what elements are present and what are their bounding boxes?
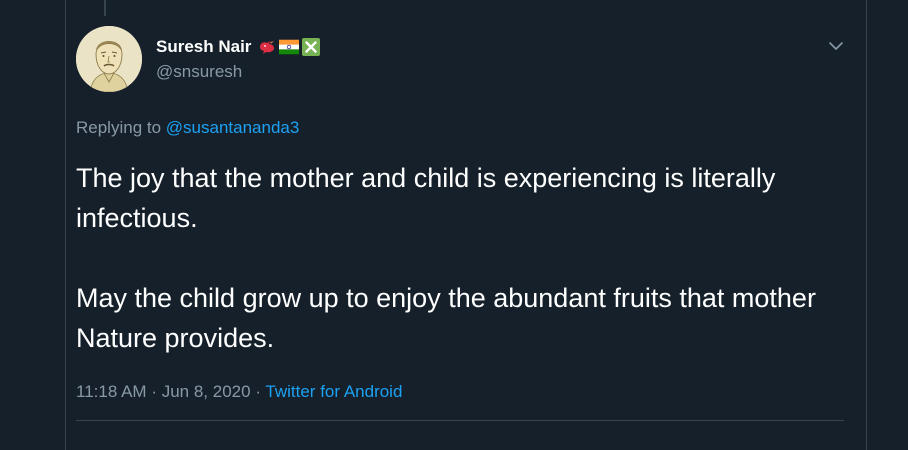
thread-connector-line (104, 0, 106, 16)
tweet-paragraph: May the child grow up to enjoy the abund… (76, 283, 816, 353)
reply-mention-link[interactable]: @susantananda3 (166, 118, 300, 137)
author-emoji-group (257, 38, 321, 56)
tweet-source-link[interactable]: Twitter for Android (265, 382, 402, 401)
meta-separator: · (255, 382, 261, 401)
tweet-date[interactable]: Jun 8, 2020 (162, 382, 251, 401)
tweet-body: The joy that the mother and child is exp… (76, 158, 856, 358)
author-handle[interactable]: @snsuresh (156, 62, 242, 82)
replying-to-label: Replying to (76, 118, 162, 137)
india-flag-emoji-icon (279, 39, 300, 55)
tweet-time[interactable]: 11:18 AM (76, 382, 147, 401)
replying-to-line: Replying to @susantananda3 (76, 118, 299, 138)
cross-mark-emoji-icon (302, 38, 321, 56)
bird-emoji-icon (260, 41, 275, 54)
tweet-metadata: 11:18 AM · Jun 8, 2020 · Twitter for And… (76, 382, 402, 402)
author-display-name[interactable]: Suresh Nair (156, 37, 251, 57)
divider (76, 420, 844, 421)
meta-separator: · (151, 382, 157, 401)
chevron-down-icon[interactable] (826, 36, 846, 56)
avatar[interactable] (76, 26, 142, 92)
frame-border-left (65, 0, 66, 450)
tweet-paragraph: The joy that the mother and child is exp… (76, 163, 776, 233)
author-name-row: Suresh Nair (156, 36, 321, 58)
frame-border-right (866, 0, 867, 450)
avatar-portrait-icon (76, 26, 142, 92)
